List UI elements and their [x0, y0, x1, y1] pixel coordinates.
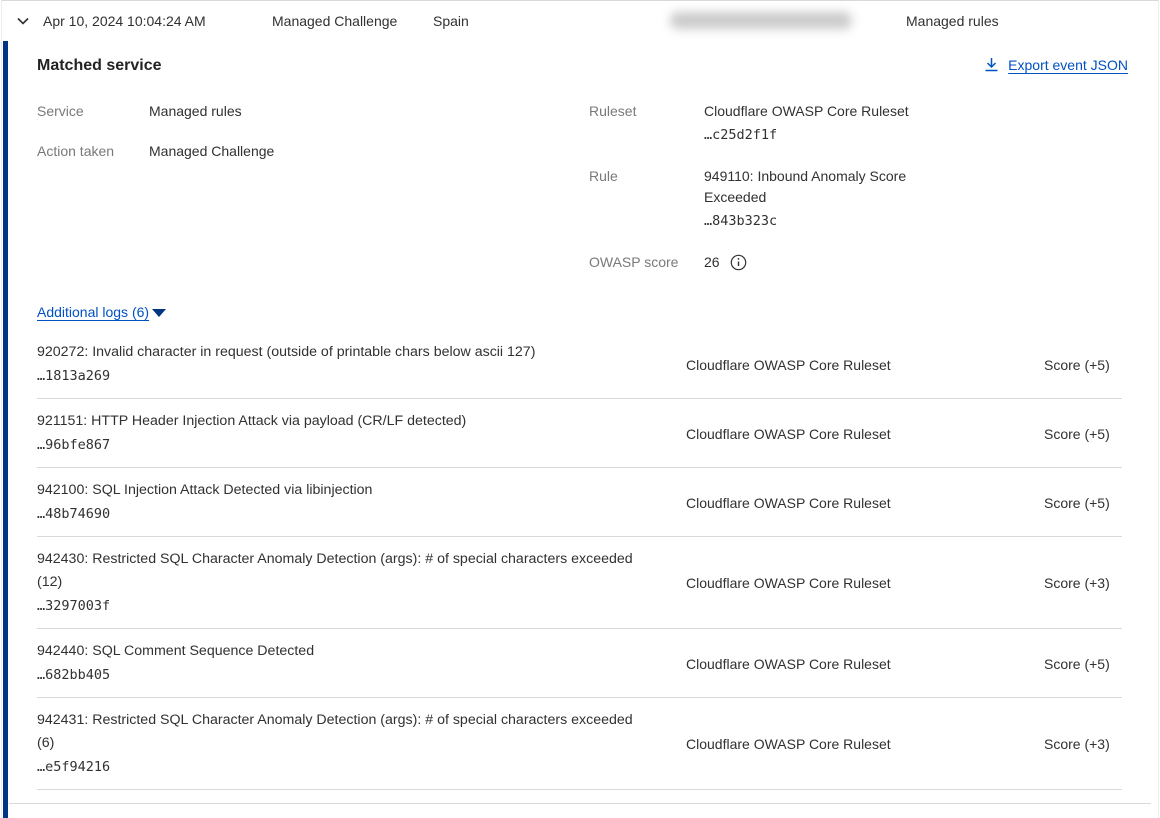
service-value: Managed rules — [149, 101, 242, 122]
panel-bottom-divider — [9, 803, 1151, 804]
event-detail-expanded: Matched service Export event JSON Servic… — [2, 41, 1158, 818]
matched-service-fields: Service Managed rules Action taken Manag… — [2, 75, 1158, 273]
event-row[interactable]: Apr 10, 2024 10:04:24 AM Managed Challen… — [2, 1, 1158, 40]
log-ruleset: Cloudflare OWASP Core Ruleset — [686, 575, 1008, 591]
ruleset-name: Cloudflare OWASP Core Ruleset — [704, 103, 909, 119]
redacted-host-blur — [670, 12, 852, 29]
log-score: Score (+3) — [1043, 736, 1122, 752]
log-rule-hash: …1813a269 — [37, 365, 651, 388]
log-row: 920272: Invalid character in request (ou… — [37, 330, 1122, 399]
info-icon[interactable] — [730, 254, 747, 271]
log-rule-title: 942100: SQL Injection Attack Detected vi… — [37, 479, 651, 502]
log-rule-hash: …96bfe867 — [37, 434, 651, 457]
matched-service-heading: Matched service — [37, 57, 162, 75]
log-rule-title: 942431: Restricted SQL Character Anomaly… — [37, 709, 651, 755]
additional-logs-label: Additional logs (6) — [37, 304, 149, 320]
download-icon — [984, 57, 999, 73]
log-score: Score (+5) — [1043, 426, 1122, 442]
field-owasp-score: OWASP score 26 — [589, 252, 936, 273]
log-ruleset: Cloudflare OWASP Core Ruleset — [686, 495, 1008, 511]
log-ruleset: Cloudflare OWASP Core Ruleset — [686, 426, 1008, 442]
export-event-json-label: Export event JSON — [1008, 57, 1128, 73]
owasp-score-label: OWASP score — [589, 252, 704, 273]
log-rule-hash: …e5f94216 — [37, 756, 651, 779]
ruleset-label: Ruleset — [589, 101, 704, 122]
event-action: Managed Challenge — [272, 13, 397, 29]
field-service: Service Managed rules — [37, 101, 589, 122]
log-row: 942430: Restricted SQL Character Anomaly… — [37, 537, 1122, 629]
log-row: 942431: Restricted SQL Character Anomaly… — [37, 698, 1122, 790]
rule-hash: …843b323c — [704, 211, 936, 232]
selected-row-accent-bar — [3, 41, 8, 818]
log-rule-hash: …3297003f — [37, 595, 651, 618]
log-ruleset: Cloudflare OWASP Core Ruleset — [686, 357, 1008, 373]
log-score: Score (+5) — [1043, 357, 1122, 373]
additional-logs-toggle[interactable]: Additional logs (6) — [37, 304, 166, 320]
rule-label: Rule — [589, 166, 704, 187]
log-rule-hash: …682bb405 — [37, 664, 651, 687]
log-rule-title: 921151: HTTP Header Injection Attack via… — [37, 410, 651, 433]
log-rule-title: 942440: SQL Comment Sequence Detected — [37, 640, 651, 663]
chevron-down-icon[interactable] — [15, 13, 31, 29]
log-rule-title: 942430: Restricted SQL Character Anomaly… — [37, 548, 651, 594]
field-action-taken: Action taken Managed Challenge — [37, 141, 589, 162]
field-rule: Rule 949110: Inbound Anomaly Score Excee… — [589, 166, 936, 232]
event-timestamp: Apr 10, 2024 10:04:24 AM — [43, 13, 206, 29]
rule-name: 949110: Inbound Anomaly Score Exceeded — [704, 168, 906, 205]
owasp-score-value: 26 — [704, 252, 720, 273]
log-row: 942440: SQL Comment Sequence Detected …6… — [37, 629, 1122, 698]
ruleset-value: Cloudflare OWASP Core Ruleset …c25d2f1f — [704, 101, 936, 146]
log-ruleset: Cloudflare OWASP Core Ruleset — [686, 736, 1008, 752]
log-score: Score (+3) — [1043, 575, 1122, 591]
additional-logs-table: 920272: Invalid character in request (ou… — [37, 330, 1122, 790]
log-row: 942100: SQL Injection Attack Detected vi… — [37, 468, 1122, 537]
action-taken-label: Action taken — [37, 141, 149, 162]
field-ruleset: Ruleset Cloudflare OWASP Core Ruleset …c… — [589, 101, 936, 146]
log-ruleset: Cloudflare OWASP Core Ruleset — [686, 656, 1008, 672]
service-label: Service — [37, 101, 149, 122]
event-service: Managed rules — [906, 13, 999, 29]
log-score: Score (+5) — [1043, 495, 1122, 511]
event-detail-panel: Apr 10, 2024 10:04:24 AM Managed Challen… — [1, 0, 1159, 818]
log-rule-title: 920272: Invalid character in request (ou… — [37, 341, 651, 364]
ruleset-hash: …c25d2f1f — [704, 125, 936, 146]
log-score: Score (+5) — [1043, 656, 1122, 672]
log-rule-hash: …48b74690 — [37, 503, 651, 526]
export-event-json-link[interactable]: Export event JSON — [984, 57, 1128, 73]
log-row: 921151: HTTP Header Injection Attack via… — [37, 399, 1122, 468]
event-country: Spain — [433, 13, 469, 29]
caret-down-icon — [152, 309, 166, 317]
action-taken-value: Managed Challenge — [149, 141, 274, 162]
rule-value: 949110: Inbound Anomaly Score Exceeded …… — [704, 166, 936, 232]
